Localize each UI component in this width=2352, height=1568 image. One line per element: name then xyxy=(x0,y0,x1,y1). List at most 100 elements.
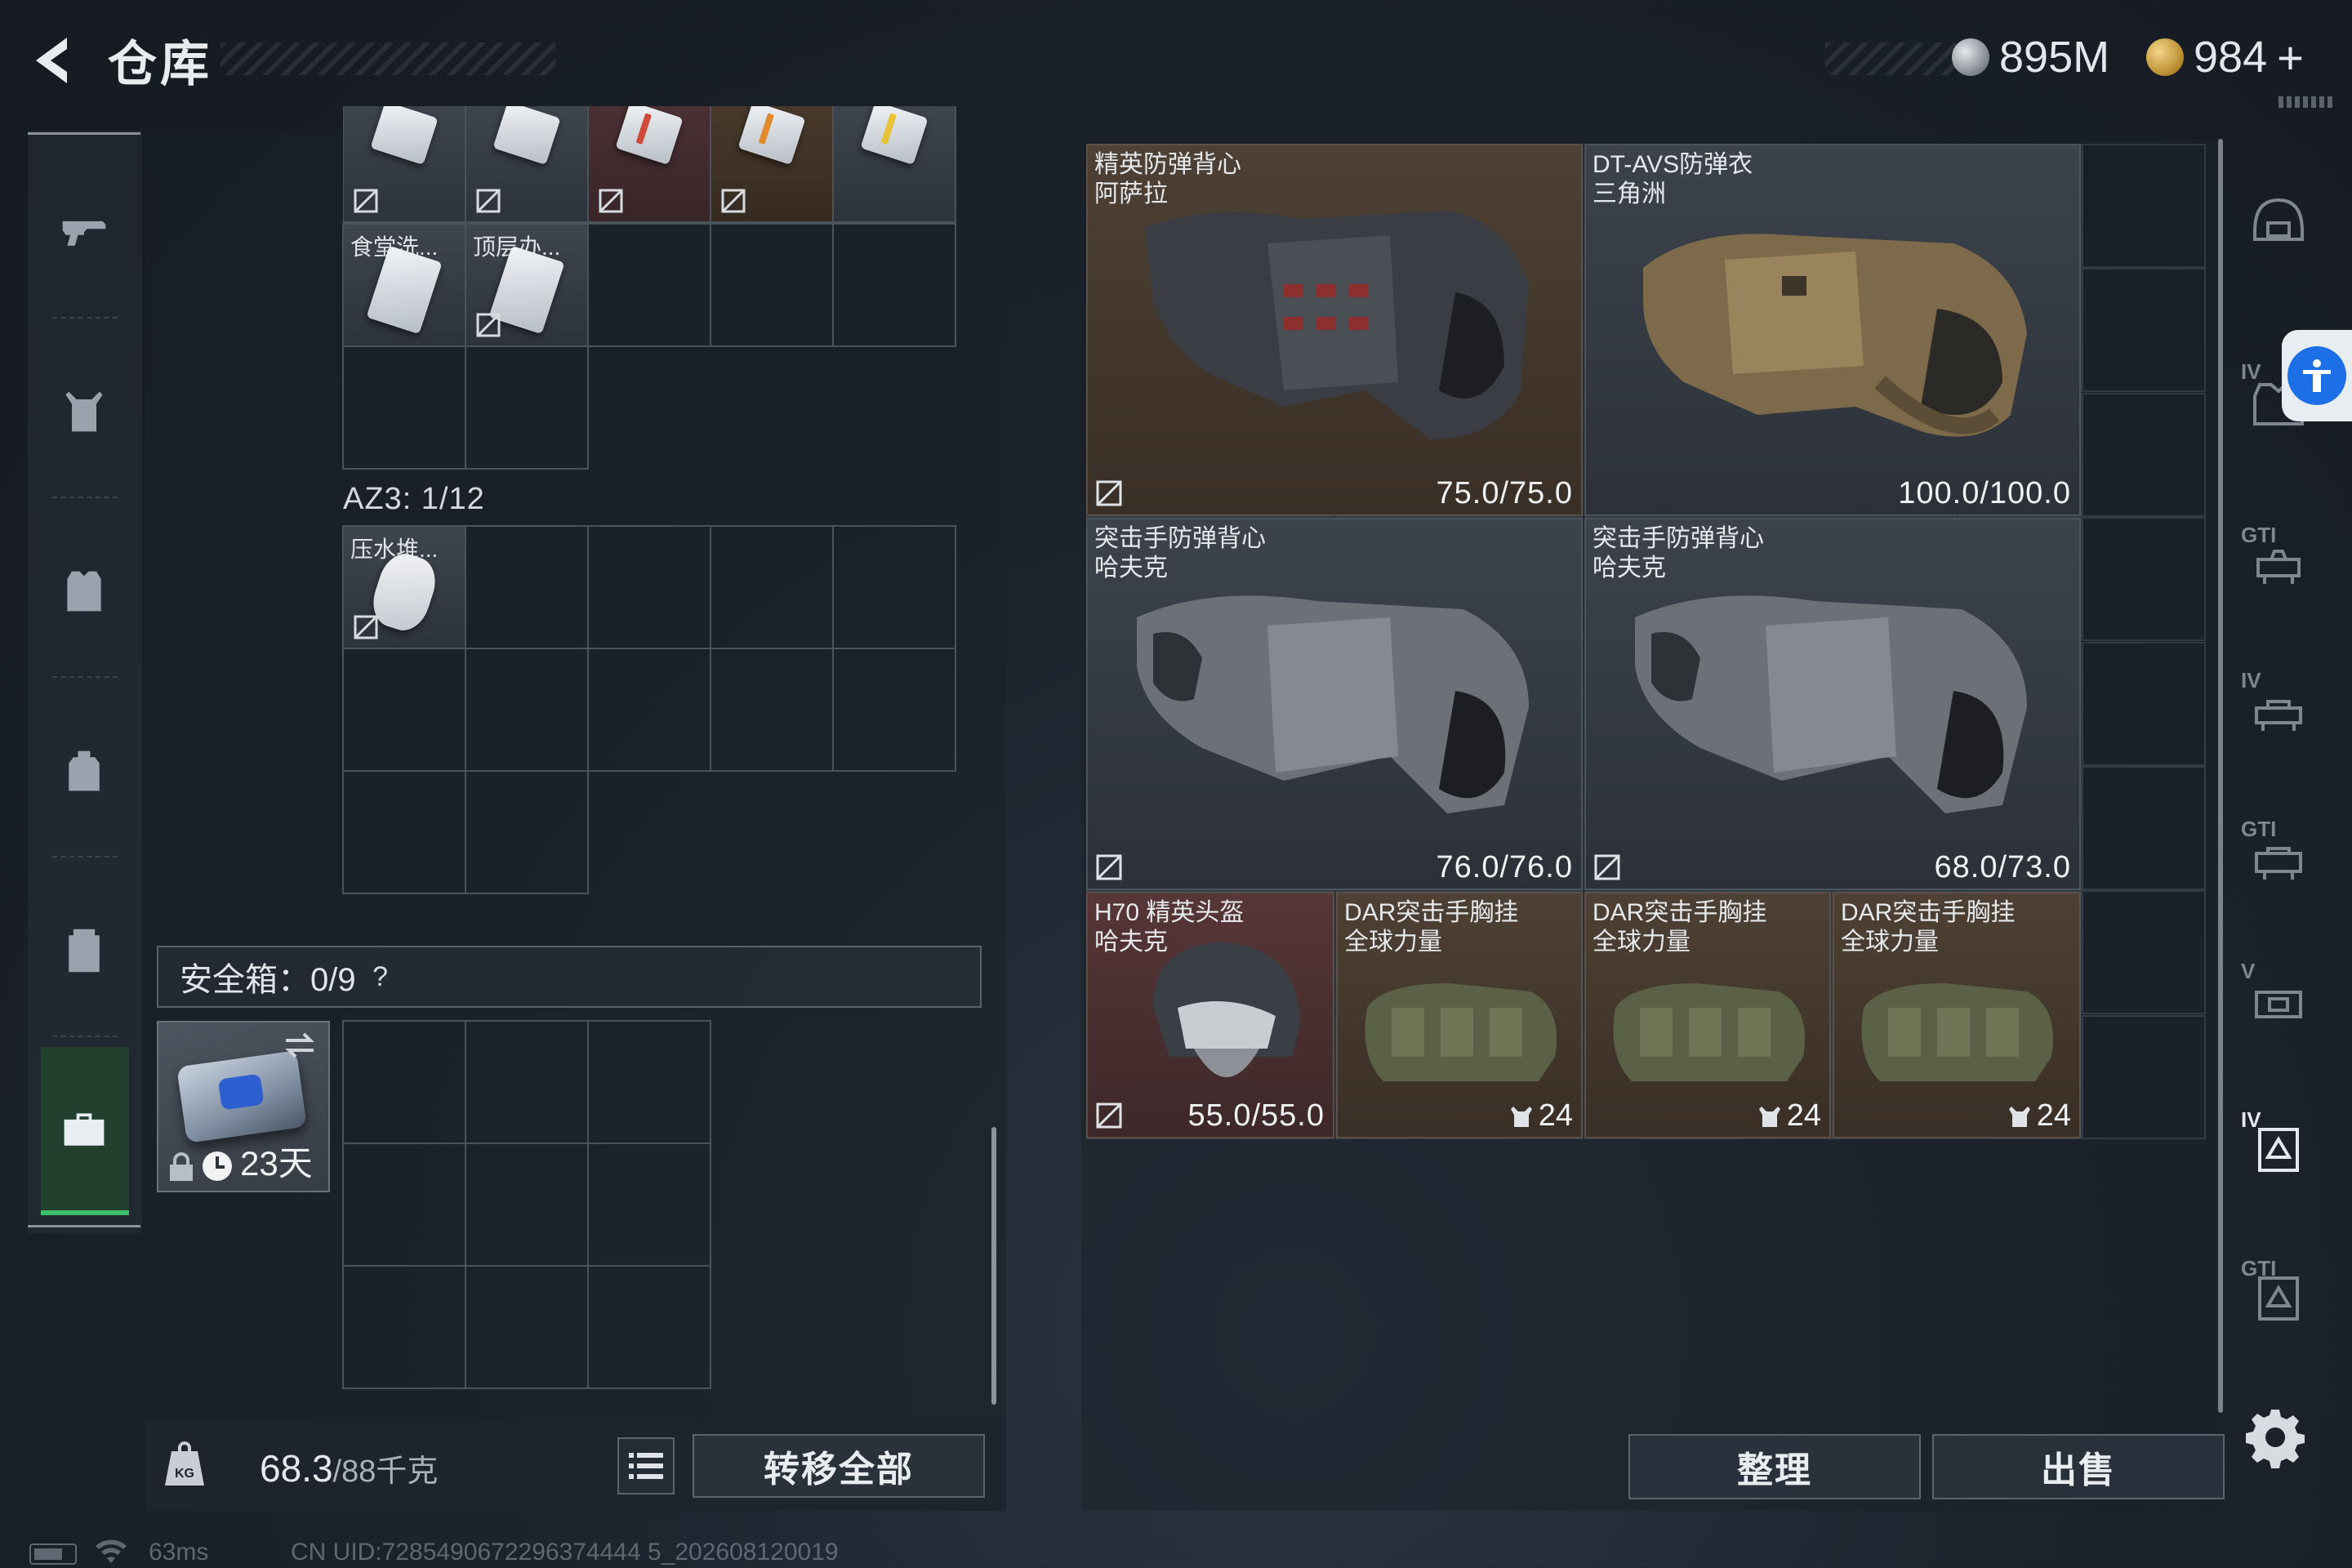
empty-slot[interactable] xyxy=(465,648,589,772)
empty-slot[interactable] xyxy=(465,1265,589,1389)
filter-armor-iv-active[interactable]: IV xyxy=(2238,1107,2319,1191)
empty-slot[interactable] xyxy=(587,223,711,347)
empty-slot[interactable] xyxy=(832,223,956,347)
empty-slot[interactable] xyxy=(342,1143,466,1267)
empty-slot[interactable] xyxy=(710,648,834,772)
storage-item[interactable]: 顶层办... xyxy=(465,223,589,347)
stash-item-elite-vest[interactable]: 精英防弹背心 阿萨拉 75.0/75.0 xyxy=(1086,144,1583,516)
empty-slot[interactable] xyxy=(342,648,466,772)
wifi-icon xyxy=(95,1539,127,1566)
category-weapons[interactable] xyxy=(28,150,140,314)
stash-item-dar-chest-rig[interactable]: DAR突击手胸挂 全球力量 24 xyxy=(1833,892,2081,1138)
uid-readout: CN UID:7285490672296374444 5_20260812001… xyxy=(291,1539,839,1566)
empty-slot[interactable] xyxy=(710,223,834,347)
empty-slot[interactable] xyxy=(342,1265,466,1389)
filter-armor-iv[interactable]: IV xyxy=(2238,668,2319,751)
empty-slot[interactable] xyxy=(587,1143,711,1267)
empty-slot[interactable] xyxy=(342,770,466,894)
storage-item[interactable] xyxy=(832,106,956,223)
stash-grid-cell[interactable] xyxy=(2082,766,2207,890)
empty-slot[interactable] xyxy=(465,1143,589,1267)
stash-item-assault-vest[interactable]: 突击手防弹背心 哈夫克 76.0/76.0 xyxy=(1086,518,1583,890)
vest-image xyxy=(1635,595,2027,813)
empty-slot[interactable] xyxy=(832,525,956,649)
stash-grid-cell[interactable] xyxy=(2082,517,2207,642)
category-safe-box[interactable] xyxy=(28,1049,140,1212)
filter-armor-gti[interactable]: GTI xyxy=(2238,523,2319,606)
no-insurance-icon xyxy=(1592,853,1622,882)
filter-armor-v[interactable]: V xyxy=(2238,959,2319,1042)
category-container[interactable] xyxy=(28,869,140,1032)
stash-grid-cell[interactable] xyxy=(2082,268,2207,393)
list-view-button[interactable] xyxy=(617,1437,675,1494)
empty-slot[interactable] xyxy=(465,1020,589,1144)
chest-rig-image xyxy=(1365,983,1557,1081)
filter-helmet[interactable] xyxy=(2238,180,2319,261)
stash-item-dar-chest-rig[interactable]: DAR突击手胸挂 全球力量 24 xyxy=(1584,892,1831,1138)
filter-armor-gti[interactable]: GTI xyxy=(2238,817,2319,900)
help-button[interactable]: ? xyxy=(364,960,397,993)
stash-item-dt-avs[interactable]: DT-AVS防弹衣 三角洲 100.0/100.0 xyxy=(1584,144,2081,516)
sort-button[interactable]: 整理 xyxy=(1628,1434,1921,1499)
storage-item[interactable] xyxy=(587,106,711,223)
stash-item-assault-vest[interactable]: 突击手防弹背心 哈夫克 68.0/73.0 xyxy=(1584,518,2081,890)
svg-text:KG: KG xyxy=(175,1467,194,1481)
transfer-all-button[interactable]: 转移全部 xyxy=(693,1434,985,1498)
back-button[interactable] xyxy=(24,31,83,90)
stash-item-dar-chest-rig[interactable]: DAR突击手胸挂 全球力量 24 xyxy=(1336,892,1583,1138)
gold-currency-value: 984 xyxy=(2194,33,2268,82)
stash-grid-cell[interactable] xyxy=(2082,392,2207,517)
sell-button[interactable]: 出售 xyxy=(1932,1434,2225,1499)
storage-item[interactable] xyxy=(465,106,589,223)
add-currency-button[interactable]: + xyxy=(2277,31,2304,84)
accessibility-button[interactable] xyxy=(2282,330,2352,421)
swap-icon[interactable] xyxy=(283,1031,317,1060)
safe-box-item[interactable]: 23天 xyxy=(157,1021,330,1192)
weight-icon: KG xyxy=(160,1441,229,1495)
safe-box-bar: 安全箱：0/9 ? xyxy=(157,946,982,1008)
empty-slot[interactable] xyxy=(587,525,711,649)
stash-grid-cell[interactable] xyxy=(2082,144,2207,268)
vest-image xyxy=(1137,595,1529,813)
gold-coin-icon xyxy=(2146,38,2184,76)
empty-slot[interactable] xyxy=(587,1020,711,1144)
silver-coin-icon xyxy=(1952,38,1989,76)
stash-item-h70-helmet[interactable]: H70 精英头盔 哈夫克 55.0/55.0 xyxy=(1086,892,1334,1138)
empty-slot[interactable] xyxy=(587,648,711,772)
list-icon xyxy=(629,1453,663,1479)
storage-grid-main: 食堂洗... 顶层办... xyxy=(342,223,956,470)
storage-item[interactable] xyxy=(710,106,834,223)
empty-slot[interactable] xyxy=(587,1265,711,1389)
category-armor[interactable] xyxy=(28,510,140,673)
empty-slot[interactable] xyxy=(710,525,834,649)
stash-grid-cell[interactable] xyxy=(2082,641,2207,766)
empty-slot[interactable] xyxy=(465,525,589,649)
category-divider xyxy=(52,676,118,678)
category-backpack[interactable] xyxy=(28,689,140,853)
filter-armor-gti[interactable]: GTI xyxy=(2238,1256,2319,1339)
no-insurance-icon xyxy=(719,187,747,215)
empty-slot[interactable] xyxy=(832,648,956,772)
stash-grid-cell[interactable] xyxy=(2082,890,2207,1015)
container-label: AZ3: 1/12 xyxy=(343,482,485,516)
empty-slot[interactable] xyxy=(465,345,589,470)
settings-button[interactable] xyxy=(2244,1406,2306,1468)
gear-icon xyxy=(2246,1410,2305,1468)
empty-slot[interactable] xyxy=(342,345,466,470)
capacity-value: 24 xyxy=(2007,1098,2071,1134)
storage-item[interactable] xyxy=(343,106,466,223)
silver-currency: 895M xyxy=(1952,31,2109,83)
safe-box-image xyxy=(176,1050,307,1143)
empty-slot[interactable] xyxy=(342,1020,466,1144)
storage-item[interactable]: 压水堆... xyxy=(342,525,466,649)
storage-item[interactable]: 食堂洗... xyxy=(342,223,466,347)
stash-scrollbar[interactable] xyxy=(2218,139,2223,1413)
empty-slot[interactable] xyxy=(465,770,589,894)
storage-scrollbar[interactable] xyxy=(991,1127,996,1405)
no-insurance-icon xyxy=(352,613,380,641)
category-chest-rig[interactable] xyxy=(28,330,140,493)
chest-rig-image xyxy=(1861,983,2053,1081)
container-grid: 压水堆... xyxy=(342,525,956,894)
stash-grid-cell[interactable] xyxy=(2082,1014,2207,1139)
sidebar-bottom-line xyxy=(28,1225,140,1227)
